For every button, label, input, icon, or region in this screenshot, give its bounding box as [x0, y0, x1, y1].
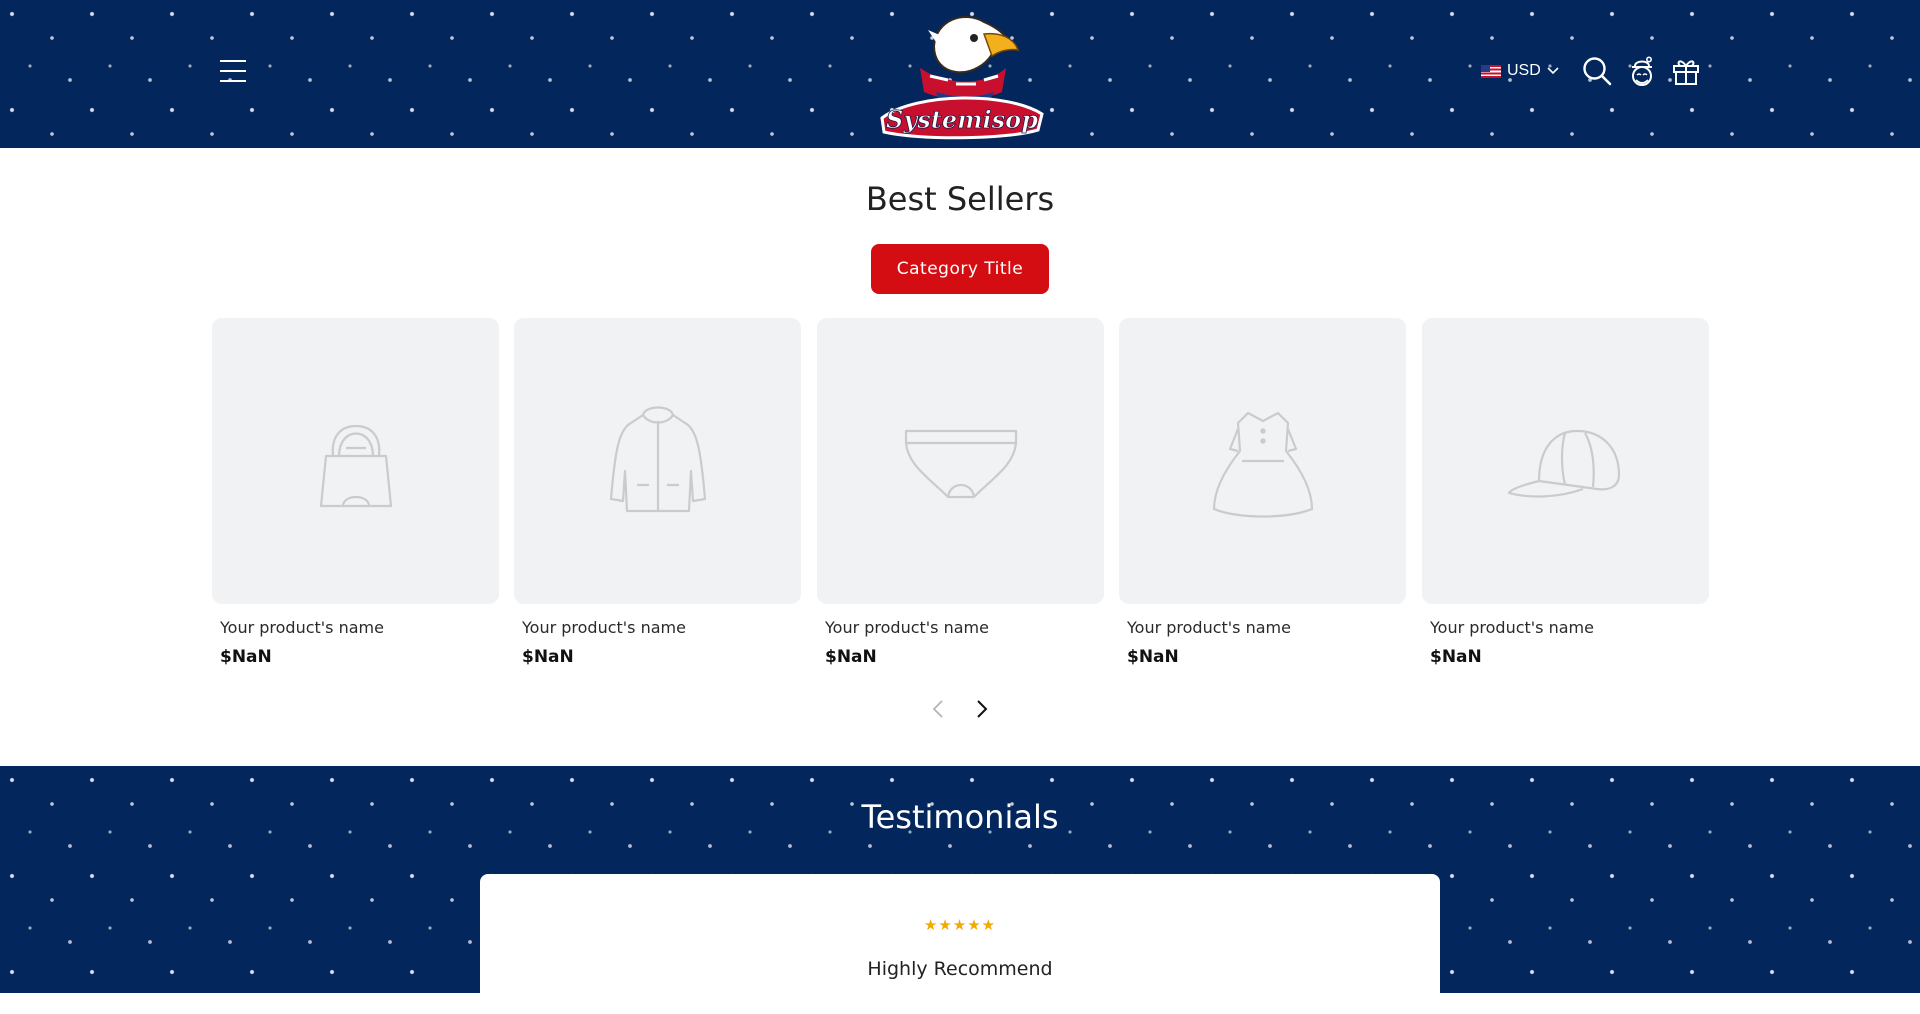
carousel-next-button[interactable] [969, 696, 995, 722]
product-price: $NaN [1127, 647, 1179, 667]
product-image[interactable] [817, 318, 1104, 604]
hamburger-menu-icon[interactable] [220, 58, 248, 84]
product-card[interactable]: Your product's name $NaN [1422, 318, 1709, 667]
product-price: $NaN [220, 647, 272, 667]
product-carousel: Your product's name $NaN Your product's … [212, 318, 1709, 678]
product-name[interactable]: Your product's name [817, 618, 1104, 637]
testimonials-title: Testimonials [861, 798, 1059, 836]
chevron-down-icon [1547, 67, 1559, 75]
gift-icon[interactable] [1671, 56, 1701, 86]
currency-selector[interactable]: USD [1481, 62, 1559, 80]
search-icon[interactable] [1582, 56, 1612, 86]
account-icon[interactable] [1627, 56, 1657, 86]
testimonial-heading: Highly Recommend [867, 958, 1053, 980]
product-name[interactable]: Your product's name [514, 618, 801, 637]
currency-label: USD [1507, 62, 1541, 79]
product-price: $NaN [825, 647, 877, 667]
testimonials-section: Testimonials ★★★★★ Highly Recommend [0, 766, 1920, 1014]
site-header: Systemisop USD [0, 0, 1920, 148]
logo-wordmark: Systemisop [886, 105, 1038, 134]
product-image[interactable] [212, 318, 499, 604]
chevron-right-icon [977, 700, 988, 718]
product-price: $NaN [1430, 647, 1482, 667]
star-rating: ★★★★★ [923, 916, 997, 934]
product-price: $NaN [522, 647, 574, 667]
chevron-left-icon [932, 700, 943, 718]
us-flag-icon [1481, 64, 1501, 78]
product-card[interactable]: Your product's name $NaN [817, 318, 1104, 667]
carousel-prev-button[interactable] [925, 696, 951, 722]
product-image[interactable] [1422, 318, 1709, 604]
cap-icon [1507, 429, 1620, 498]
product-name[interactable]: Your product's name [1422, 618, 1709, 637]
underwear-icon [904, 429, 1017, 499]
testimonial-card: ★★★★★ Highly Recommend [480, 874, 1440, 1014]
duffel-bag-icon [319, 424, 392, 508]
product-image[interactable] [1119, 318, 1406, 604]
jacket-icon [609, 406, 706, 513]
product-image[interactable] [514, 318, 801, 604]
best-sellers-title: Best Sellers [865, 180, 1055, 218]
product-name[interactable]: Your product's name [212, 618, 499, 637]
category-title-button[interactable]: Category Title [871, 244, 1049, 294]
product-card[interactable]: Your product's name $NaN [212, 318, 499, 667]
dress-icon [1212, 411, 1313, 518]
product-name[interactable]: Your product's name [1119, 618, 1406, 637]
product-card[interactable]: Your product's name $NaN [514, 318, 801, 667]
product-card[interactable]: Your product's name $NaN [1119, 318, 1406, 667]
site-logo[interactable]: Systemisop [876, 6, 1046, 142]
